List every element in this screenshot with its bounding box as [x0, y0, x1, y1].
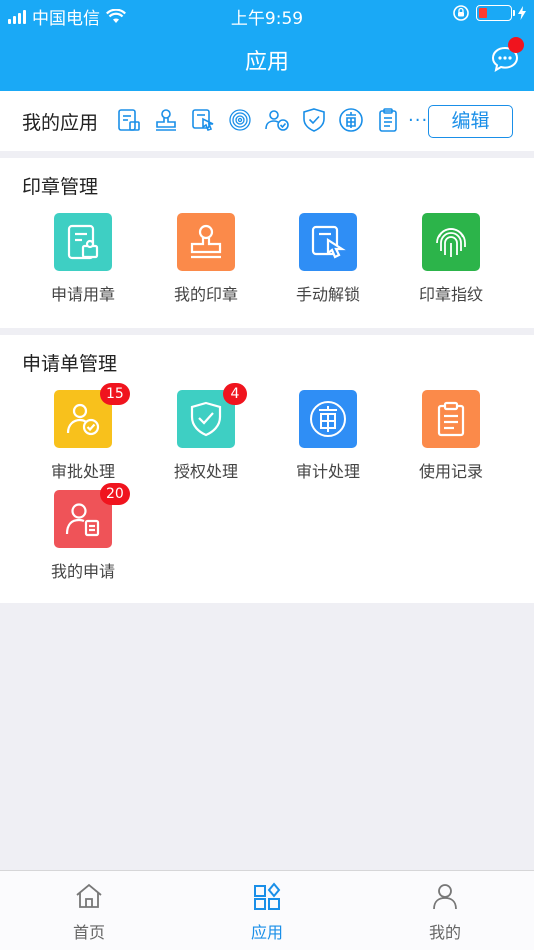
authorization-tile[interactable]: 4 授权处理: [156, 383, 256, 482]
header: 中国电信 上午9:59 应用: [0, 0, 534, 91]
tab-mine[interactable]: 我的: [395, 881, 495, 943]
my-seal-tile[interactable]: 我的印章: [156, 213, 256, 305]
battery-icon: [476, 5, 515, 21]
apply-seal-tile[interactable]: 申请用章: [33, 213, 133, 305]
my-applications-tile[interactable]: 20 我的申请: [33, 483, 133, 582]
unread-dot: [508, 37, 524, 53]
status-right: [452, 4, 526, 22]
profile-icon: [433, 884, 457, 910]
audit-tile[interactable]: 审计处理: [278, 390, 378, 482]
approval-tile[interactable]: 15 审批处理: [33, 383, 133, 482]
my-applications-label: 我的申请: [50, 562, 115, 581]
my-seal-icon[interactable]: [153, 107, 179, 133]
audit-icon: [299, 390, 357, 448]
approve-icon[interactable]: [264, 107, 290, 133]
my-apps-bar: 我的应用 ... 编辑: [0, 91, 534, 151]
more-indicator: ...: [408, 105, 429, 126]
seal-fingerprint-label: 印章指纹: [418, 285, 483, 304]
home-icon: [76, 883, 102, 908]
tab-home-label: 首页: [72, 923, 105, 942]
application-management-section: 申请单管理 15 审批处理 4 授权处理 审计处理 使用记录 20 我的申请: [0, 335, 534, 603]
tab-mine-label: 我的: [428, 923, 461, 942]
clipboard-icon: [422, 390, 480, 448]
apply-seal-label: 申请用章: [50, 285, 115, 304]
audit-label: 审计处理: [295, 462, 360, 481]
approval-badge: 15: [100, 383, 130, 405]
authorize-icon[interactable]: [301, 107, 327, 133]
my-seal-icon: [177, 213, 235, 271]
apply-seal-icon: [54, 213, 112, 271]
authorization-label: 授权处理: [173, 462, 238, 481]
authorization-badge: 4: [223, 383, 247, 405]
fingerprint-icon: [422, 213, 480, 271]
page-title: 应用: [244, 50, 289, 75]
manual-unlock-label: 手动解锁: [295, 285, 360, 304]
application-management-title: 申请单管理: [22, 353, 118, 375]
tab-apps[interactable]: 应用: [217, 881, 317, 943]
seal-management-section: 印章管理 申请用章 我的印章 手动解锁 印章指纹: [0, 158, 534, 328]
tab-home[interactable]: 首页: [39, 881, 139, 943]
tab-bar: 首页 应用 我的: [0, 870, 534, 950]
my-apps-title: 我的应用: [22, 112, 99, 134]
rotation-lock-icon: [453, 5, 469, 21]
usage-records-tile[interactable]: 使用记录: [401, 390, 501, 482]
authorize-icon: 4: [177, 383, 247, 448]
apps-icon: [254, 882, 281, 910]
usage-records-label: 使用记录: [418, 462, 483, 481]
apply-seal-icon[interactable]: [116, 107, 142, 133]
manual-unlock-icon: [299, 213, 357, 271]
tab-apps-label: 应用: [250, 923, 283, 942]
clipboard-icon[interactable]: [375, 107, 401, 133]
fingerprint-icon[interactable]: [227, 107, 253, 133]
status-bar: 中国电信 上午9:59: [0, 0, 534, 30]
my-application-icon: 20: [54, 483, 130, 548]
audit-icon[interactable]: [338, 107, 364, 133]
charging-icon: [518, 6, 526, 20]
my-seal-label: 我的印章: [173, 285, 238, 304]
my-apps-icons: [116, 107, 401, 133]
manual-unlock-icon[interactable]: [190, 107, 216, 133]
seal-fingerprint-tile[interactable]: 印章指纹: [401, 213, 501, 305]
edit-button[interactable]: 编辑: [428, 105, 513, 138]
manual-unlock-tile[interactable]: 手动解锁: [278, 213, 378, 305]
my-applications-badge: 20: [100, 483, 130, 505]
approval-label: 审批处理: [50, 462, 115, 481]
seal-management-title: 印章管理: [22, 176, 99, 198]
approve-icon: 15: [54, 383, 130, 448]
